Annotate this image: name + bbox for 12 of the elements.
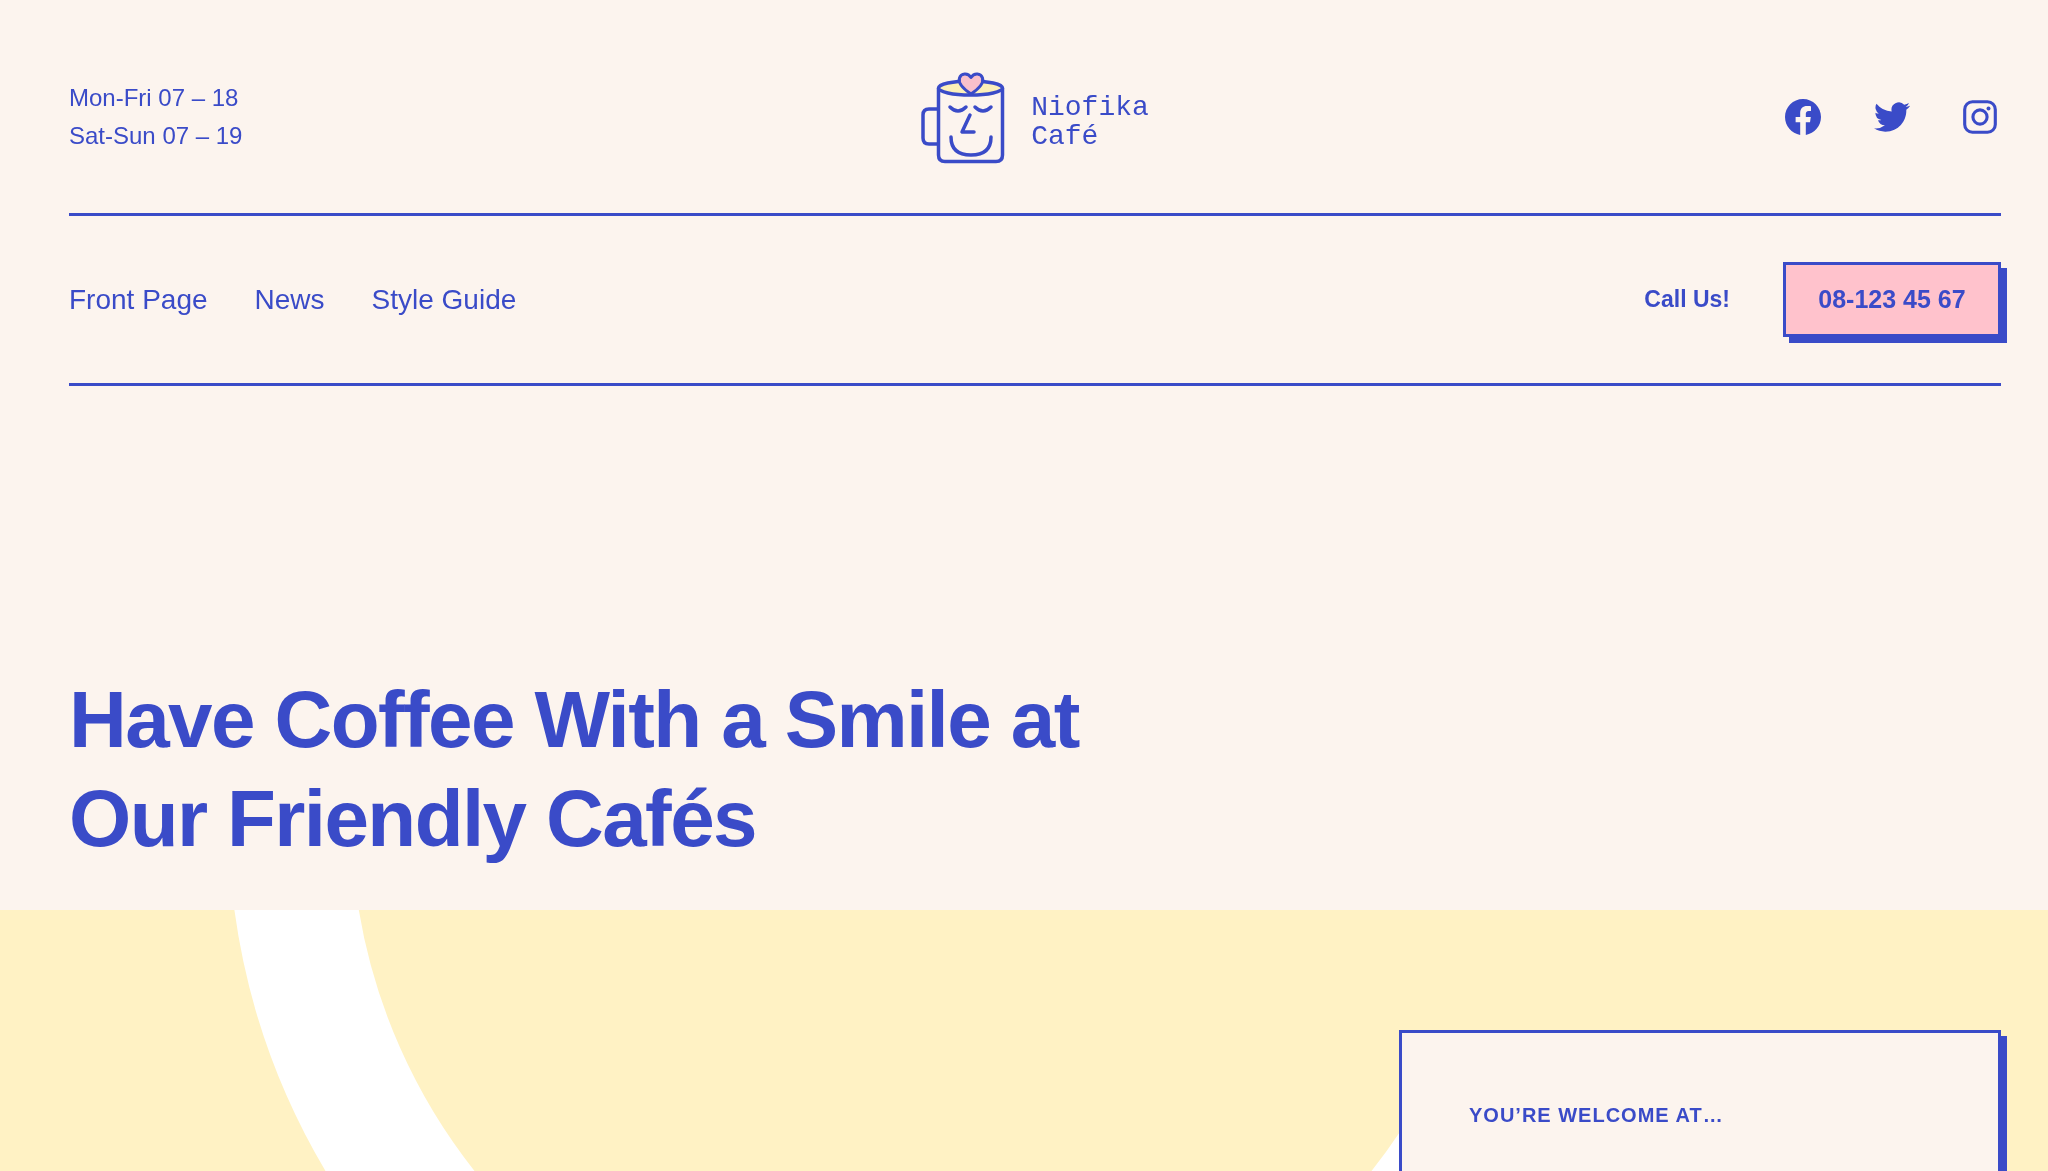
facebook-icon[interactable] — [1785, 98, 1821, 135]
twitter-icon[interactable] — [1874, 101, 1910, 132]
nav-link[interactable]: News — [254, 282, 325, 317]
nav-link[interactable]: Style Guide — [371, 282, 517, 317]
nav-link[interactable]: Front Page — [69, 282, 208, 317]
opening-hours-text: Mon-Fri 07 – 18 — [69, 82, 239, 113]
card-heading: YOU’RE WELCOME AT… — [1469, 1104, 1724, 1126]
opening-hours-text: Sat-Sun 07 – 19 — [69, 120, 243, 151]
call-label: Call Us! — [1644, 286, 1730, 313]
logo-text: Niofika Café — [1031, 92, 1149, 151]
hero-heading: Have Coffee With a Smile at Our Friendly Cafés — [69, 674, 1081, 865]
instagram-icon[interactable] — [1963, 99, 1997, 134]
